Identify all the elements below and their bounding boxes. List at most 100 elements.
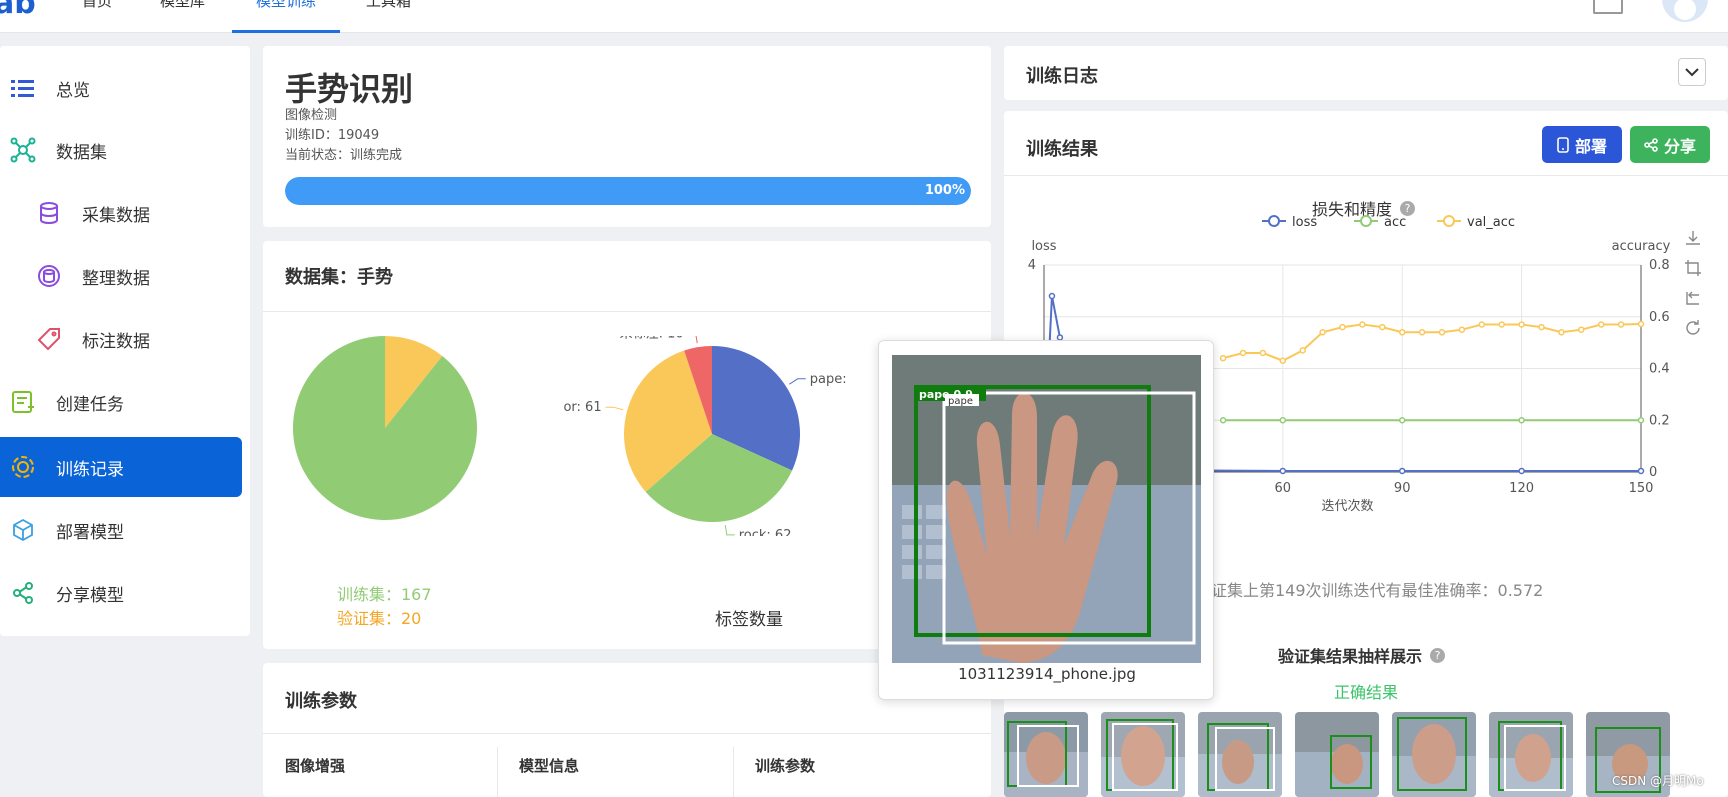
params-col-augment: 图像增强 [285,757,346,775]
legend-label: acc [1384,215,1406,230]
log-title: 训练日志 [1026,66,1098,87]
params-col-model: 模型信息 [519,757,580,775]
sidebar-item-deploy-model[interactable]: 部署模型 [0,500,242,560]
sidebar-item-training-records[interactable]: 训练记录 [0,437,242,497]
sidebar-item-label: 标注数据 [82,331,150,352]
y-axis-right-label: accuracy [1612,239,1671,254]
task-title: 手势识别 [285,70,414,108]
legend-marker [1360,215,1372,227]
data-point-val_acc [1319,329,1326,336]
task-status: 当前状态：训练完成 [285,148,403,163]
data-point-val_acc [1438,329,1446,336]
organize-icon [36,263,62,289]
chart-toolbox [1684,229,1702,337]
sidebar-item-label: 总览 [56,80,90,101]
pie-label-line [789,378,806,385]
sample-thumbnail[interactable] [1295,712,1379,797]
database-icon [36,200,62,226]
zoom-reset-icon[interactable] [1684,289,1702,307]
x-tick: 60 [1275,481,1292,496]
sidebar-item-label: 采集数据 [82,205,150,226]
sample-title: 验证集结果抽样展示 ? [1278,643,1446,667]
nav-model-library[interactable]: 模型库 [160,0,205,11]
data-point-val_acc [1418,329,1426,336]
divider [263,311,991,312]
list-icon [10,75,36,101]
y-tick-right: 0.6 [1649,310,1670,325]
x-axis-label: 迭代次数 [1321,498,1373,514]
sample-thumbnail[interactable] [1489,712,1573,797]
sidebar-item-create-task[interactable]: 创建任务 [0,372,242,432]
pie-label-line [695,336,698,344]
progress-bar: 100% [285,177,971,205]
data-point-acc [1279,417,1287,424]
divider [1004,175,1728,176]
params-col-train: 训练参数 [755,757,816,775]
sidebar-item-organize-data[interactable]: 整理数据 [0,246,242,306]
y-tick-right: 0.8 [1649,258,1670,273]
detection-label-white: pape [948,396,973,407]
pie-label: 未标注: 10 [620,336,684,341]
split-pie-chart [293,336,477,520]
refresh-icon[interactable] [1684,319,1702,337]
params-title: 训练参数 [285,691,357,712]
val-count: 验证集：20 [337,609,422,628]
progress-label: 100% [924,183,965,198]
data-point-val_acc [1637,320,1645,328]
sidebar-item-dataset[interactable]: 数据集 [0,120,242,180]
correct-results-label: 正确结果 [1334,683,1399,702]
pie-slice [293,336,477,520]
nav-toolbox[interactable]: 工具箱 [366,0,411,11]
download-icon[interactable] [1684,229,1702,247]
train-count: 训练集：167 [337,585,432,604]
sample-thumbnail[interactable] [1101,712,1185,797]
sidebar-item-label: 训练记录 [56,459,124,480]
chevron-down-icon[interactable] [1678,58,1706,86]
training-icon [10,454,36,480]
help-icon[interactable]: ? [1430,647,1446,663]
sidebar-item-collect-data[interactable]: 采集数据 [0,183,242,243]
y-tick-right: 0.4 [1649,362,1670,377]
data-point-loss [1637,467,1645,475]
pie-label-line [724,524,735,536]
phone-icon [1557,136,1569,153]
data-point-val_acc [1239,349,1247,357]
preview-image: pape 0.9 pape [892,355,1201,663]
crop-icon[interactable] [1684,259,1702,277]
task-id: 训练ID：19049 [285,128,380,143]
data-point-val_acc [1259,349,1267,357]
sample-thumbnail[interactable] [1198,712,1282,797]
task-card: 手势识别 图像检测 训练ID：19049 当前状态：训练完成 100% [263,46,991,227]
share-button[interactable]: 分享 [1630,126,1710,163]
help-icon[interactable]: ? [1400,200,1416,216]
data-point-val_acc [1219,354,1227,362]
avatar[interactable] [1662,0,1708,22]
data-point-val_acc [1279,357,1287,364]
nav-model-training[interactable]: 模型训练 [256,0,316,11]
share-icon [10,580,36,606]
share-button-label: 分享 [1663,136,1696,156]
task-type: 图像检测 [285,108,338,123]
cube-icon [10,517,36,543]
top-navbar: ab 首页 模型库 模型训练 工具箱 [0,0,1728,33]
data-point-val_acc [1398,329,1406,336]
y-axis-left-label: loss [1031,239,1056,254]
data-point-val_acc [1558,329,1565,336]
preview-filename: 1031123914_phone.jpg [958,665,1136,683]
sample-thumbnail[interactable] [1004,712,1088,797]
sidebar-item-share-model[interactable]: 分享模型 [0,563,242,623]
deploy-button[interactable]: 部署 [1542,126,1622,163]
y-tick-right: 0 [1649,465,1657,480]
nav-home[interactable]: 首页 [82,0,112,11]
data-point-val_acc [1379,323,1386,331]
sidebar-item-overview[interactable]: 总览 [0,58,242,118]
sidebar-item-label-data[interactable]: 标注数据 [0,309,242,369]
task-icon [10,389,36,415]
data-point-val_acc [1359,321,1366,328]
screen-icon[interactable] [1593,0,1623,14]
label-pie-caption: 标签数量 [715,610,783,630]
data-point-loss [1048,292,1056,300]
sample-thumbnail[interactable] [1392,712,1476,797]
pie-label: scissor: 61 [563,400,602,415]
sidebar-item-label: 分享模型 [56,585,124,606]
